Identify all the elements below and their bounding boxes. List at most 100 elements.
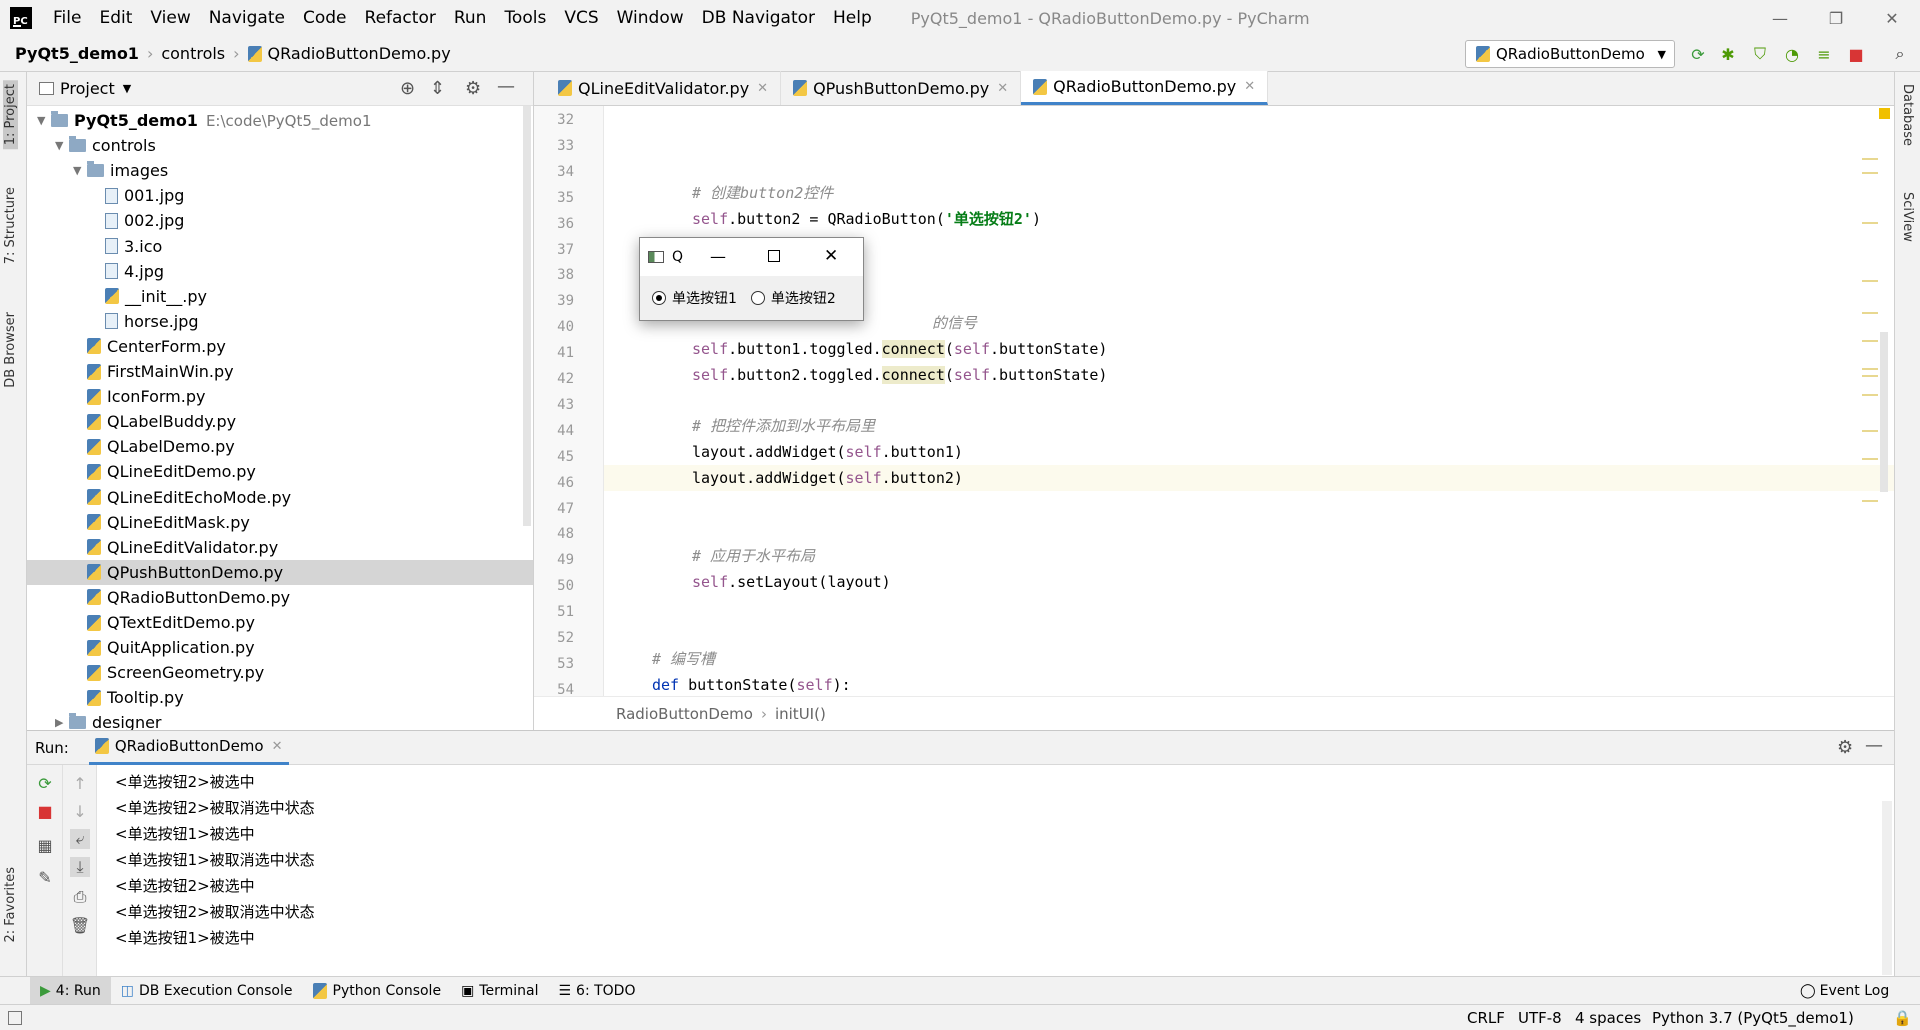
minimize-button[interactable]: —: [1752, 0, 1808, 36]
tool-tab-project[interactable]: 1: Project: [3, 80, 18, 150]
tool-tab-sciview[interactable]: SciView: [1900, 192, 1915, 242]
menu-db-navigator[interactable]: DB Navigator: [693, 8, 824, 28]
tool-tab-event-log[interactable]: ◯ Event Log: [1790, 977, 1899, 1005]
tree-folder-controls[interactable]: ▼ controls: [27, 133, 533, 158]
close-icon[interactable]: ✕: [997, 81, 1008, 96]
radio-button-2-label[interactable]: 单选按钮2: [771, 288, 836, 308]
radio-button-1[interactable]: [652, 291, 666, 305]
breadcrumb-project[interactable]: PyQt5_demo1: [15, 44, 139, 63]
profile-icon[interactable]: ◔: [1782, 44, 1802, 64]
rerun-icon[interactable]: ⟳: [1688, 44, 1708, 64]
tree-file[interactable]: QLineEditMask.py: [27, 510, 533, 535]
tool-tab-favorites[interactable]: 2: Favorites: [3, 867, 18, 943]
tree-file[interactable]: QRadioButtonDemo.py: [27, 585, 533, 610]
breadcrumb-file[interactable]: QRadioButtonDemo.py: [268, 44, 451, 63]
tree-file[interactable]: IconForm.py: [27, 384, 533, 409]
menu-file[interactable]: File: [44, 8, 90, 28]
run-output[interactable]: <单选按钮2>被选中 <单选按钮2>被取消选中状态 <单选按钮1>被选中 <单选按钮1…: [27, 765, 1894, 977]
tree-file[interactable]: QLineEditEchoMode.py: [27, 485, 533, 510]
close-icon[interactable]: ✕: [757, 81, 768, 96]
lock-icon[interactable]: 🔒: [1893, 1009, 1912, 1027]
menu-code[interactable]: Code: [294, 8, 356, 28]
tree-file[interactable]: 3.ico: [27, 234, 533, 259]
debug-bug-icon[interactable]: ✱: [1718, 44, 1738, 64]
run-config-dropdown[interactable]: QRadioButtonDemo ▼: [1465, 40, 1675, 68]
tree-file[interactable]: QLabelDemo.py: [27, 434, 533, 459]
breadcrumb-folder[interactable]: controls: [161, 44, 225, 63]
tool-tab-todo[interactable]: ☰ 6: TODO: [548, 977, 645, 1005]
maximize-button[interactable]: ❐: [1808, 0, 1864, 36]
radio-button-1-label[interactable]: 单选按钮1: [672, 288, 737, 308]
locate-icon[interactable]: ⊕: [400, 78, 415, 99]
tree-file[interactable]: ScreenGeometry.py: [27, 660, 533, 685]
tool-tab-db-execution-console[interactable]: ◫ DB Execution Console: [111, 977, 303, 1005]
gear-icon[interactable]: ⚙: [1837, 737, 1853, 758]
menu-view[interactable]: View: [141, 8, 199, 28]
code-area[interactable]: # 创建button2控件 self.button2 = QRadioButto…: [534, 106, 1894, 696]
tab-qpushbuttondemo[interactable]: QPushButtonDemo.py ✕: [781, 71, 1022, 105]
tree-file[interactable]: FirstMainWin.py: [27, 359, 533, 384]
chevron-right-icon[interactable]: ▶: [55, 716, 69, 729]
editor-scrollbar[interactable]: [1880, 332, 1888, 492]
run-scrollbar[interactable]: [1882, 801, 1892, 975]
project-view-label[interactable]: Project: [60, 79, 115, 98]
tree-file[interactable]: QLabelBuddy.py: [27, 409, 533, 434]
stop-icon[interactable]: ■: [1846, 44, 1866, 64]
tree-file[interactable]: horse.jpg: [27, 309, 533, 334]
warning-indicator-icon[interactable]: [1879, 108, 1890, 119]
tree-file[interactable]: 4.jpg: [27, 259, 533, 284]
tool-tab-python-console[interactable]: Python Console: [303, 977, 452, 1005]
tree-file[interactable]: __init__.py: [27, 284, 533, 309]
run-config-tab[interactable]: QRadioButtonDemo ✕: [88, 731, 289, 765]
minimize-icon[interactable]: —: [710, 247, 726, 266]
gear-icon[interactable]: ⚙: [465, 78, 481, 99]
chevron-down-icon[interactable]: ▼: [55, 139, 69, 152]
close-button[interactable]: ✕: [1864, 0, 1920, 36]
close-icon[interactable]: ✕: [824, 246, 838, 266]
menu-window[interactable]: Window: [608, 8, 693, 28]
tool-tab-terminal[interactable]: ▣ Terminal: [451, 977, 548, 1005]
tree-file[interactable]: QLineEditDemo.py: [27, 459, 533, 484]
tool-tab-db-browser[interactable]: DB Browser: [3, 312, 18, 388]
menu-run[interactable]: Run: [445, 8, 496, 28]
tab-qradiobuttondemo[interactable]: QRadioButtonDemo.py ✕: [1021, 71, 1269, 105]
close-icon[interactable]: ✕: [1244, 79, 1255, 94]
chevron-down-icon[interactable]: ▼: [37, 114, 51, 127]
tree-file[interactable]: QLineEditValidator.py: [27, 535, 533, 560]
tree-file[interactable]: 001.jpg: [27, 183, 533, 208]
tool-tab-structure[interactable]: 7: Structure: [3, 187, 18, 264]
menu-edit[interactable]: Edit: [90, 8, 141, 28]
tree-folder-designer[interactable]: ▶ designer: [27, 710, 533, 730]
menu-navigate[interactable]: Navigate: [200, 8, 294, 28]
chevron-down-icon[interactable]: ▼: [123, 82, 131, 95]
maximize-icon[interactable]: [768, 250, 780, 262]
collapse-all-icon[interactable]: ⇕: [430, 78, 445, 99]
menu-vcs[interactable]: VCS: [555, 8, 607, 28]
close-icon[interactable]: ✕: [272, 739, 283, 754]
run-coverage-icon[interactable]: ⛉: [1750, 44, 1770, 64]
menu-refactor[interactable]: Refactor: [356, 8, 445, 28]
menu-tools[interactable]: Tools: [495, 8, 555, 28]
tree-file[interactable]: Tooltip.py: [27, 685, 533, 710]
tree-root[interactable]: ▼ PyQt5_demo1 E:\code\PyQt5_demo1: [27, 108, 533, 133]
tree-file[interactable]: QuitApplication.py: [27, 635, 533, 660]
hide-icon[interactable]: —: [1865, 735, 1883, 756]
tree-file[interactable]: CenterForm.py: [27, 334, 533, 359]
line-separator[interactable]: CRLF: [1467, 1009, 1505, 1027]
chevron-down-icon[interactable]: ▼: [73, 164, 87, 177]
tree-file[interactable]: 002.jpg: [27, 208, 533, 233]
file-encoding[interactable]: UTF-8: [1518, 1009, 1562, 1027]
menu-help[interactable]: Help: [824, 8, 881, 28]
tree-file[interactable]: QPushButtonDemo.py: [27, 559, 533, 585]
tool-windows-icon[interactable]: [8, 1011, 22, 1025]
tab-qlineeditvalidator[interactable]: QLineEditValidator.py ✕: [546, 71, 782, 105]
indent-setting[interactable]: 4 spaces: [1575, 1009, 1641, 1027]
tool-tab-database[interactable]: Database: [1900, 84, 1915, 146]
tree-scrollbar[interactable]: [523, 106, 531, 526]
concurrency-icon[interactable]: ≡: [1814, 44, 1834, 64]
tree-folder-images[interactable]: ▼ images: [27, 158, 533, 183]
python-interpreter[interactable]: Python 3.7 (PyQt5_demo1): [1652, 1009, 1854, 1027]
hide-icon[interactable]: —: [497, 76, 515, 97]
radio-button-2[interactable]: [750, 291, 765, 305]
breadcrumb-class[interactable]: RadioButtonDemo: [616, 705, 753, 723]
